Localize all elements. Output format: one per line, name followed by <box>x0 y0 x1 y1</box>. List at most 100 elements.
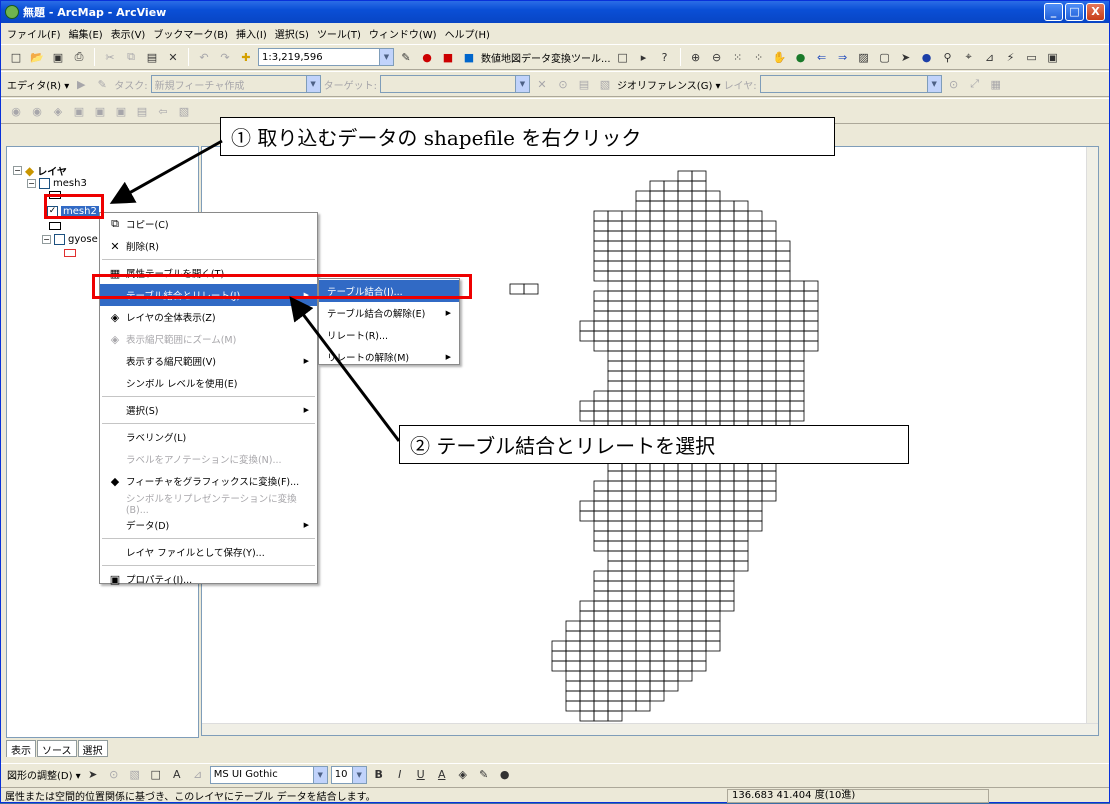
validate-area-icon[interactable]: ▣ <box>70 102 88 120</box>
context-menu-item[interactable]: ラベリング(L) <box>100 426 317 448</box>
layer-checkbox-mesh3[interactable] <box>39 178 50 189</box>
rectangle-icon[interactable]: □ <box>147 766 165 784</box>
marker-color-icon[interactable]: ● <box>496 766 514 784</box>
identify-icon[interactable]: ● <box>918 48 936 66</box>
chevron-down-icon[interactable]: ▼ <box>926 76 941 92</box>
topology-view-icon[interactable]: ▧ <box>175 102 193 120</box>
bold-icon[interactable]: B <box>370 766 388 784</box>
submenu-item[interactable]: テーブル結合の解除(E) ▶ <box>319 302 459 324</box>
menu-window[interactable]: ウィンドウ(W) <box>369 26 437 41</box>
georef-layer-combo[interactable]: ▼ <box>759 75 942 93</box>
collapse-icon[interactable]: − <box>42 235 51 244</box>
collapse-icon[interactable]: − <box>27 179 36 188</box>
minimize-button[interactable]: _ <box>1044 3 1063 21</box>
italic-icon[interactable]: I <box>391 766 409 784</box>
topology-tool-icon[interactable]: ◉ <box>7 102 25 120</box>
context-menu-item[interactable]: ◆ フィーチャをグラフィックスに変換(F)... <box>100 470 317 492</box>
python-icon[interactable]: ▸ <box>635 48 653 66</box>
title-bar[interactable]: 無題 - ArcMap - ArcView _ □ X <box>1 1 1109 23</box>
open-icon[interactable]: 📂 <box>28 48 46 66</box>
target-combo[interactable]: ▼ <box>380 75 530 93</box>
editor-toolbar-icon[interactable]: ✎ <box>397 48 415 66</box>
measure-icon[interactable]: ⊿ <box>981 48 999 66</box>
rotate-tool-icon[interactable]: ⊙ <box>554 75 572 93</box>
time-slider-icon[interactable]: ▣ <box>1044 48 1062 66</box>
chevron-down-icon[interactable]: ▼ <box>312 766 327 783</box>
topology-arrow-icon[interactable]: ⇦ <box>154 102 172 120</box>
layer-item-gyose[interactable]: − gyose <box>42 234 98 245</box>
hyperlink-icon[interactable]: ⚡ <box>1002 48 1020 66</box>
vertical-scrollbar[interactable] <box>1086 147 1098 735</box>
submenu-item[interactable]: リレート(R)... <box>319 324 459 346</box>
arctoolbox-icon[interactable]: ■ <box>439 48 457 66</box>
context-menu-item[interactable]: ✕ 削除(R) <box>100 235 317 257</box>
context-menu-item[interactable]: ◈ レイヤの全体表示(Z) <box>100 306 317 328</box>
menu-file[interactable]: ファイル(F) <box>7 26 61 41</box>
map-scale-combo[interactable]: 1:3,219,596 ▼ <box>258 48 394 66</box>
tab-selection[interactable]: 選択 <box>77 740 108 757</box>
edit-tool-icon[interactable]: ▶ <box>72 75 90 93</box>
tab-display[interactable]: 表示 <box>6 740 36 757</box>
attributes-icon[interactable]: ▤ <box>575 75 593 93</box>
copy-icon[interactable]: ⧉ <box>122 48 140 66</box>
menu-bookmarks[interactable]: ブックマーク(B) <box>153 26 228 41</box>
collapse-icon[interactable]: − <box>13 166 22 175</box>
topology-edit-icon[interactable]: ◉ <box>28 102 46 120</box>
font-combo[interactable]: MS UI Gothic ▼ <box>209 765 328 784</box>
chevron-down-icon[interactable]: ▼ <box>379 49 393 65</box>
rotate-icon[interactable]: ⊙ <box>105 766 123 784</box>
drawing-menu[interactable]: 図形の調整(D) ▾ <box>7 767 81 782</box>
chevron-down-icon[interactable]: ▼ <box>305 76 320 92</box>
menu-selection[interactable]: 選択(S) <box>275 26 309 41</box>
underline-icon[interactable]: U <box>412 766 430 784</box>
editor-menu[interactable]: エディタ(R) ▾ <box>7 77 69 92</box>
edit-vertices-icon[interactable]: ⊿ <box>189 766 207 784</box>
select-features-icon[interactable]: ▨ <box>855 48 873 66</box>
zoom-whole-page-icon[interactable]: ▧ <box>126 766 144 784</box>
clear-selection-icon[interactable]: ▢ <box>876 48 894 66</box>
full-extent-icon[interactable]: ● <box>792 48 810 66</box>
context-menu-item[interactable]: データ(D) ▶ <box>100 514 317 536</box>
validate-extent-icon[interactable]: ▣ <box>91 102 109 120</box>
layer-checkbox-gyose[interactable] <box>54 234 65 245</box>
tab-source[interactable]: ソース <box>37 740 77 757</box>
layers-root[interactable]: − ◆ レイヤ <box>13 163 67 178</box>
menu-help[interactable]: ヘルプ(H) <box>445 26 490 41</box>
font-color-icon[interactable]: A <box>433 766 451 784</box>
converter-tool[interactable]: 数値地図データ変換ツール... <box>481 50 611 65</box>
new-document-icon[interactable]: □ <box>7 48 25 66</box>
context-menu-item[interactable]: シンボル レベルを使用(E) <box>100 372 317 394</box>
find-icon[interactable]: ⚲ <box>939 48 957 66</box>
paste-icon[interactable]: ▤ <box>143 48 161 66</box>
sketch-properties-icon[interactable]: ▧ <box>596 75 614 93</box>
horizontal-scrollbar[interactable] <box>202 723 1098 735</box>
save-icon[interactable]: ▣ <box>49 48 67 66</box>
html-popup-icon[interactable]: ▭ <box>1023 48 1041 66</box>
fixed-zoom-out-icon[interactable]: ⁘ <box>750 48 768 66</box>
line-color-icon[interactable]: ✎ <box>475 766 493 784</box>
select-elements-icon[interactable]: ➤ <box>897 48 915 66</box>
task-combo[interactable]: 新規フィーチャ作成 ▼ <box>150 75 321 93</box>
fill-color-icon[interactable]: ◈ <box>454 766 472 784</box>
menu-insert[interactable]: 挿入(I) <box>236 26 267 41</box>
context-menu-item[interactable]: ▣ プロパティ(I)... <box>100 568 317 590</box>
cut-icon[interactable]: ✂ <box>101 48 119 66</box>
select-elements-icon[interactable]: ➤ <box>84 766 102 784</box>
maximize-button[interactable]: □ <box>1065 3 1084 21</box>
context-menu-item[interactable]: ⧉ コピー(C) <box>100 213 317 235</box>
context-menu-item[interactable]: 表示する縮尺範囲(V) ▶ <box>100 350 317 372</box>
sketch-tool-icon[interactable]: ✎ <box>93 75 111 93</box>
redo-icon[interactable]: ↷ <box>216 48 234 66</box>
menu-edit[interactable]: 編集(E) <box>69 26 103 41</box>
context-menu-item[interactable]: 選択(S) ▶ <box>100 399 317 421</box>
fixed-zoom-in-icon[interactable]: ⁙ <box>729 48 747 66</box>
undo-icon[interactable]: ↶ <box>195 48 213 66</box>
model-builder-icon[interactable]: ■ <box>460 48 478 66</box>
arccatalog-icon[interactable]: ● <box>418 48 436 66</box>
georeferencing-menu[interactable]: ジオリファレンス(G) ▾ <box>617 77 721 92</box>
layer-item-mesh3[interactable]: − mesh3 <box>27 178 87 189</box>
fix-topology-icon[interactable]: ▣ <box>112 102 130 120</box>
error-inspector-icon[interactable]: ▤ <box>133 102 151 120</box>
chevron-down-icon[interactable]: ▼ <box>351 766 366 783</box>
close-button[interactable]: X <box>1086 3 1105 21</box>
